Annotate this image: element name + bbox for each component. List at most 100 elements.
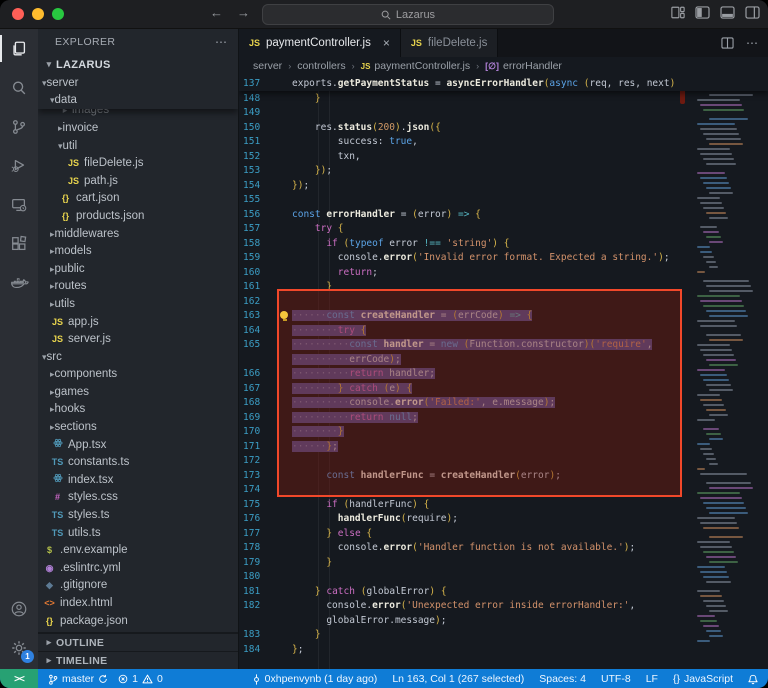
tree-item--gitignore[interactable]: ◆.gitignore xyxy=(38,577,238,595)
breadcrumb-symbol[interactable]: errorHandler xyxy=(503,60,562,72)
line-number[interactable]: 170 xyxy=(239,426,292,437)
search-view-icon[interactable] xyxy=(0,68,38,107)
line-number[interactable]: 151 xyxy=(239,136,292,147)
remote-indicator[interactable]: >< xyxy=(0,669,38,688)
tree-item-app-tsx[interactable]: App.tsx xyxy=(38,436,238,454)
split-editor-icon[interactable] xyxy=(721,37,734,49)
editor-more-actions-icon[interactable]: ⋯ xyxy=(746,36,758,50)
code-line-169[interactable]: 169··········return null; xyxy=(239,410,768,425)
line-number[interactable]: 149 xyxy=(239,107,292,118)
timeline-section[interactable]: ▸ TIMELINE xyxy=(38,651,238,669)
code-line-171[interactable]: 171······}; xyxy=(239,439,768,454)
minimap[interactable] xyxy=(697,75,757,669)
code-line-152[interactable]: 152 txn, xyxy=(239,149,768,164)
code-line-153[interactable]: 153 }); xyxy=(239,164,768,179)
close-tab-icon[interactable]: × xyxy=(383,36,390,50)
code-line-176[interactable]: 176 handlerFunc(require); xyxy=(239,512,768,527)
tree-item-utils[interactable]: ▸utils xyxy=(38,295,238,313)
language-mode[interactable]: {}JavaScript xyxy=(673,673,733,685)
code-line-168[interactable]: 168··········console.error('Failed:', e.… xyxy=(239,396,768,411)
outline-section[interactable]: ▸ OUTLINE xyxy=(38,633,238,651)
sticky-scroll-line[interactable]: 137exports.getPaymentStatus = asyncError… xyxy=(239,75,768,91)
minimize-window-button[interactable] xyxy=(32,8,44,20)
code-line-156[interactable]: 156const errorHandler = (error) => { xyxy=(239,207,768,222)
line-number[interactable]: 173 xyxy=(239,470,292,481)
tab-paymentController[interactable]: JS paymentController.js × xyxy=(239,29,401,57)
run-debug-icon[interactable] xyxy=(0,146,38,185)
code-line-167[interactable]: 167········} catch (e) { xyxy=(239,381,768,396)
code-line-179[interactable]: 179 } xyxy=(239,555,768,570)
code-line-181[interactable]: 181 } catch (globalError) { xyxy=(239,584,768,599)
tree-item-images[interactable]: ▸images xyxy=(38,109,238,119)
zoom-window-button[interactable] xyxy=(52,8,64,20)
tree-item--env-example[interactable]: $.env.example xyxy=(38,541,238,559)
line-number[interactable]: 164 xyxy=(239,325,292,336)
tree-item-path-js[interactable]: JSpath.js xyxy=(38,172,238,190)
code-line-155[interactable]: 155 xyxy=(239,193,768,208)
tree-item-models[interactable]: ▸models xyxy=(38,242,238,260)
tree-item-cart-json[interactable]: {}cart.json xyxy=(38,190,238,208)
tab-fileDelete[interactable]: JS fileDelete.js xyxy=(401,29,498,57)
code-line-wrap[interactable]: globalError.message); xyxy=(239,613,768,628)
line-number[interactable]: 156 xyxy=(239,209,292,220)
line-number[interactable]: 179 xyxy=(239,557,292,568)
line-number[interactable]: 150 xyxy=(239,122,292,133)
code-line-184[interactable]: 184}; xyxy=(239,642,768,657)
tree-item-server-js[interactable]: JSserver.js xyxy=(38,330,238,348)
tree-item-index-tsx[interactable]: index.tsx xyxy=(38,471,238,489)
tree-item-index-html[interactable]: <>index.html xyxy=(38,594,238,612)
command-center-search[interactable]: Lazarus xyxy=(262,4,554,25)
code-line-149[interactable]: 149 xyxy=(239,106,768,121)
problems-indicator[interactable]: 1 0 xyxy=(118,673,163,685)
indentation-setting[interactable]: Spaces: 4 xyxy=(539,673,586,685)
line-number[interactable]: 167 xyxy=(239,383,292,394)
encoding-setting[interactable]: UTF-8 xyxy=(601,673,631,685)
code-line-183[interactable]: 183 } xyxy=(239,628,768,643)
code-line-158[interactable]: 158 if (typeof error !== 'string') { xyxy=(239,236,768,251)
line-number[interactable]: 157 xyxy=(239,223,292,234)
lightbulb-icon[interactable] xyxy=(280,311,289,322)
code-line-165[interactable]: 165··········const handler = new (Functi… xyxy=(239,338,768,353)
line-number[interactable]: 165 xyxy=(239,339,292,350)
tree-item-middlewares[interactable]: ▸middlewares xyxy=(38,225,238,243)
tree-item-invoice[interactable]: ▸invoice xyxy=(38,119,238,137)
code-line-wrap[interactable]: ··········errCode); xyxy=(239,352,768,367)
tree-item-filedelete-js[interactable]: JSfileDelete.js xyxy=(38,154,238,172)
settings-gear-icon[interactable]: 1 xyxy=(0,628,38,667)
line-number[interactable]: 183 xyxy=(239,629,292,640)
tree-item-util[interactable]: ▾util xyxy=(38,137,238,155)
tree-item-utils-ts[interactable]: TSutils.ts xyxy=(38,524,238,542)
tree-item-src[interactable]: ▾src xyxy=(38,348,238,366)
tree-item-package-json[interactable]: {}package.json xyxy=(38,612,238,630)
code-line-151[interactable]: 151 success: true, xyxy=(239,135,768,150)
line-number[interactable]: 171 xyxy=(239,441,292,452)
line-number[interactable]: 169 xyxy=(239,412,292,423)
line-number[interactable]: 174 xyxy=(239,484,292,495)
tree-item-products-json[interactable]: {}products.json xyxy=(38,207,238,225)
source-control-icon[interactable] xyxy=(0,107,38,146)
line-number[interactable]: 177 xyxy=(239,528,292,539)
tree-item-sections[interactable]: ▸sections xyxy=(38,418,238,436)
tree-item-routes[interactable]: ▸routes xyxy=(38,278,238,296)
cursor-position[interactable]: Ln 163, Col 1 (267 selected) xyxy=(392,673,524,685)
tree-item-games[interactable]: ▸games xyxy=(38,383,238,401)
line-number[interactable]: 178 xyxy=(239,542,292,553)
commit-indicator[interactable]: 0xhpenvynb (1 day ago) xyxy=(252,673,378,685)
breadcrumb-server[interactable]: server xyxy=(253,60,282,72)
code-line-157[interactable]: 157 try { xyxy=(239,222,768,237)
code-line-159[interactable]: 159 console.error('Invalid error format.… xyxy=(239,251,768,266)
breadcrumb-file[interactable]: paymentController.js xyxy=(374,60,470,72)
line-number[interactable]: 181 xyxy=(239,586,292,597)
toggle-primary-sidebar-icon[interactable] xyxy=(695,6,710,19)
code-line-180[interactable]: 180 xyxy=(239,570,768,585)
code-line-166[interactable]: 166··········return handler; xyxy=(239,367,768,382)
line-number[interactable]: 168 xyxy=(239,397,292,408)
line-number[interactable]: 180 xyxy=(239,571,292,582)
line-number[interactable]: 176 xyxy=(239,513,292,524)
line-number[interactable]: 160 xyxy=(239,267,292,278)
close-window-button[interactable] xyxy=(12,8,24,20)
line-number[interactable]: 159 xyxy=(239,252,292,263)
code-editor[interactable]: 137exports.getPaymentStatus = asyncError… xyxy=(239,75,768,669)
extensions-icon[interactable] xyxy=(0,224,38,263)
tree-root-lazarus[interactable]: ▾ LAZARUS xyxy=(38,55,238,74)
